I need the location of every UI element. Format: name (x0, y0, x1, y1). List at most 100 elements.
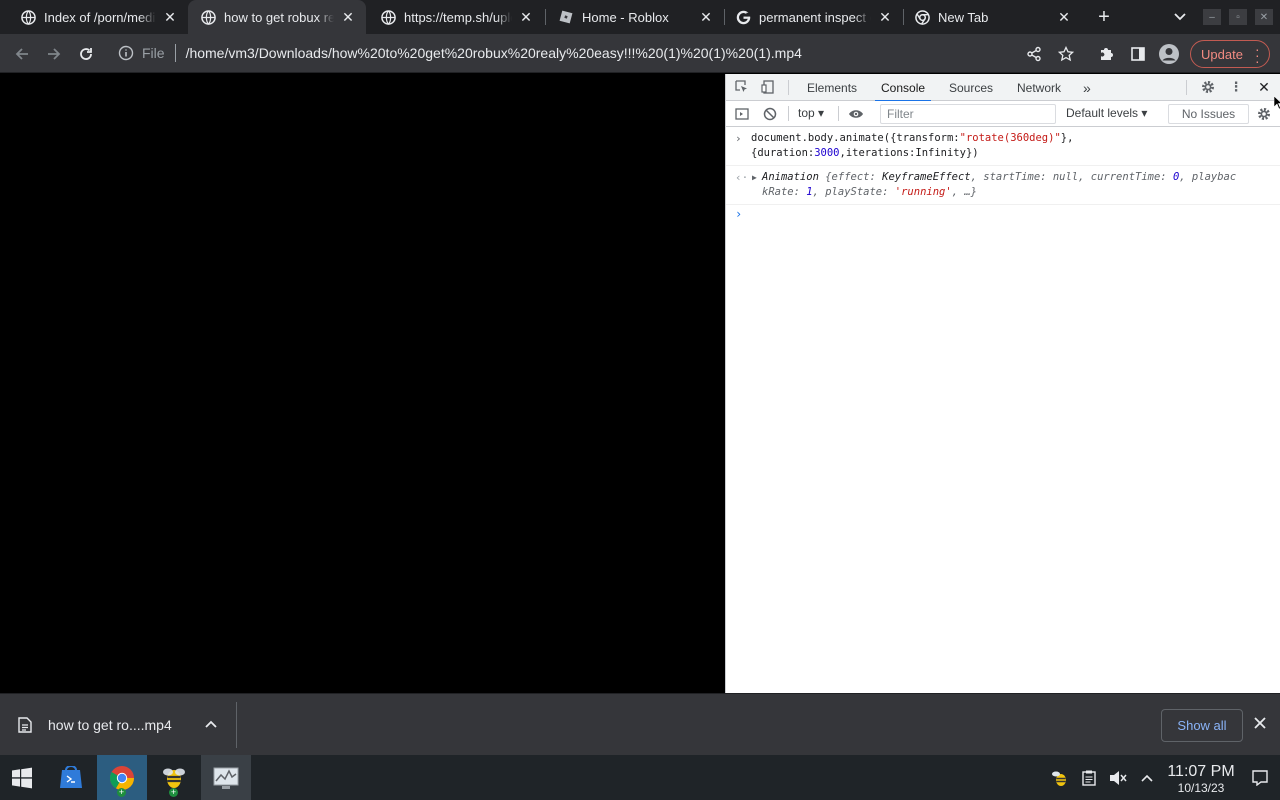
console-result-line[interactable]: ‹· ▶ Animation {effect: KeyframeEffect, … (726, 166, 1280, 205)
globe-icon (20, 9, 36, 25)
tab-title: Home - Roblox (582, 9, 669, 25)
reload-button[interactable] (74, 42, 98, 66)
close-tab-icon[interactable]: ✕ (877, 9, 893, 25)
download-filename: how to get ro....mp4 (48, 717, 172, 733)
new-tab-button[interactable]: + (1092, 5, 1116, 29)
globe-icon (380, 9, 396, 25)
show-hidden-icons-chevron-icon[interactable] (1137, 768, 1157, 788)
download-item[interactable]: how to get ro....mp4 (18, 713, 172, 737)
clock-time: 11:07 PM (1167, 763, 1235, 780)
tab-new-tab[interactable]: New Tab ✕ (904, 0, 1082, 34)
update-label: Update (1201, 46, 1243, 62)
tab-sources[interactable]: Sources (949, 74, 993, 101)
close-tab-icon[interactable]: ✕ (340, 9, 356, 25)
tab-temp-sh[interactable]: https://temp.sh/upload ✕ (366, 0, 544, 34)
share-icon[interactable] (1022, 42, 1046, 66)
forward-button[interactable] (42, 42, 66, 66)
context-selector[interactable]: top ▾ (798, 106, 824, 120)
devtools-tabbar: Elements Console Sources Network » ⋮ ✕ (726, 74, 1280, 102)
notifications-icon[interactable] (1250, 768, 1270, 788)
bee-app-icon[interactable]: + (149, 755, 199, 800)
info-icon[interactable] (118, 45, 134, 61)
result-line-2: kRate: 1, playState: 'running', …} (762, 186, 977, 198)
side-panel-icon[interactable] (1126, 42, 1150, 66)
file-manager-app-icon[interactable] (46, 755, 96, 800)
result-line-1: Animation {effect: KeyframeEffect, start… (762, 171, 1237, 183)
download-shelf: how to get ro....mp4 Show all (0, 693, 1280, 755)
live-expression-eye-icon[interactable] (848, 106, 864, 122)
clipboard-icon[interactable] (1079, 768, 1099, 788)
clear-console-icon[interactable] (762, 106, 778, 122)
update-button[interactable]: Update · · · (1190, 40, 1270, 68)
tab-strip: Index of /porn/media ✕ how to get robux … (0, 0, 1280, 34)
extensions-puzzle-icon[interactable] (1094, 42, 1118, 66)
volume-muted-icon[interactable] (1108, 768, 1128, 788)
devtools-panel: Elements Console Sources Network » ⋮ ✕ t… (725, 74, 1280, 693)
devtools-menu-icon[interactable]: ⋮ (1228, 79, 1244, 95)
close-tab-icon[interactable]: ✕ (698, 9, 714, 25)
close-tab-icon[interactable]: ✕ (162, 9, 178, 25)
address-bar[interactable]: File /home/vm3/Downloads/how%20to%20get%… (108, 37, 1088, 69)
close-tab-icon[interactable]: ✕ (1056, 9, 1072, 25)
tab-permanent-inspect[interactable]: permanent inspect element ✕ (725, 0, 903, 34)
url-text[interactable]: /home/vm3/Downloads/how%20to%20get%20rob… (186, 45, 802, 61)
code-line-1: document.body.animate({transform:"rotate… (751, 132, 1074, 144)
chrome-icon (914, 9, 930, 25)
chevron-up-icon[interactable] (205, 715, 217, 733)
clock-date: 10/13/23 (1177, 781, 1225, 795)
settings-gear-icon[interactable] (1200, 79, 1216, 95)
close-download-shelf-icon[interactable] (1254, 716, 1266, 734)
show-all-button[interactable]: Show all (1161, 709, 1243, 742)
google-icon (735, 9, 751, 25)
taskbar: + + 11:07 PM 10/13/23 (0, 755, 1280, 800)
tab-elements[interactable]: Elements (807, 74, 857, 101)
close-tab-icon[interactable]: ✕ (518, 9, 534, 25)
video-page[interactable] (0, 74, 725, 693)
device-toolbar-icon[interactable] (760, 79, 776, 95)
expand-triangle-icon[interactable]: ▶ (752, 170, 757, 185)
console-prompt[interactable]: › (726, 205, 1280, 225)
plus-badge-icon: + (169, 787, 178, 797)
profile-avatar-icon[interactable] (1157, 42, 1181, 66)
minimize-button[interactable]: – (1203, 9, 1221, 25)
console-filter-input[interactable]: Filter (880, 104, 1056, 124)
system-monitor-app-icon[interactable] (201, 755, 251, 800)
mouse-cursor-icon (1273, 95, 1280, 115)
log-levels-dropdown[interactable]: Default levels ▾ (1066, 106, 1147, 120)
start-menu-windows-icon[interactable] (0, 755, 44, 800)
input-chevron-icon: › (735, 132, 742, 145)
taskbar-clock[interactable]: 11:07 PM 10/13/23 (1163, 763, 1239, 795)
toolbar-divider (1186, 80, 1187, 95)
tab-home-roblox[interactable]: Home - Roblox ✕ (546, 0, 724, 34)
tab-title: https://temp.sh/upload (404, 9, 512, 25)
console-settings-gear-icon[interactable] (1256, 106, 1272, 122)
back-button[interactable] (10, 42, 34, 66)
plus-badge-icon: + (117, 787, 126, 797)
maximize-button[interactable]: ▫ (1229, 9, 1247, 25)
bookmark-star-icon[interactable] (1054, 42, 1078, 66)
tab-how-to-get-robux[interactable]: how to get robux really easy ✕ (188, 0, 366, 34)
close-window-button[interactable]: ✕ (1255, 9, 1273, 25)
toolbar-divider (788, 80, 789, 95)
tab-index-of-porn[interactable]: Index of /porn/media ✕ (0, 0, 188, 34)
tab-network[interactable]: Network (1017, 74, 1061, 101)
chrome-taskbar-icon[interactable]: + (97, 755, 147, 800)
console-sidebar-icon[interactable] (734, 106, 750, 122)
download-divider (236, 702, 237, 748)
url-divider (174, 44, 176, 62)
tab-search-icon[interactable] (1170, 7, 1190, 27)
bee-tray-icon[interactable] (1050, 768, 1070, 788)
file-icon (18, 717, 32, 733)
code-line-2: {duration:3000,iterations:Infinity}) (751, 147, 979, 159)
tab-console[interactable]: Console (874, 74, 932, 102)
console-toolbar: top ▾ Filter Default levels ▾ No Issues (726, 101, 1280, 127)
close-devtools-icon[interactable]: ✕ (1256, 79, 1272, 95)
url-scheme: File (142, 45, 165, 61)
more-tabs-icon[interactable]: » (1083, 74, 1091, 101)
kebab-menu-icon[interactable]: · · · (1255, 42, 1260, 68)
console-output: › document.body.animate({transform:"rota… (726, 127, 1280, 225)
toolbar-divider (838, 106, 839, 121)
inspect-element-icon[interactable] (734, 79, 750, 95)
issues-button[interactable]: No Issues (1168, 104, 1249, 124)
console-input-line: › document.body.animate({transform:"rota… (726, 127, 1280, 166)
